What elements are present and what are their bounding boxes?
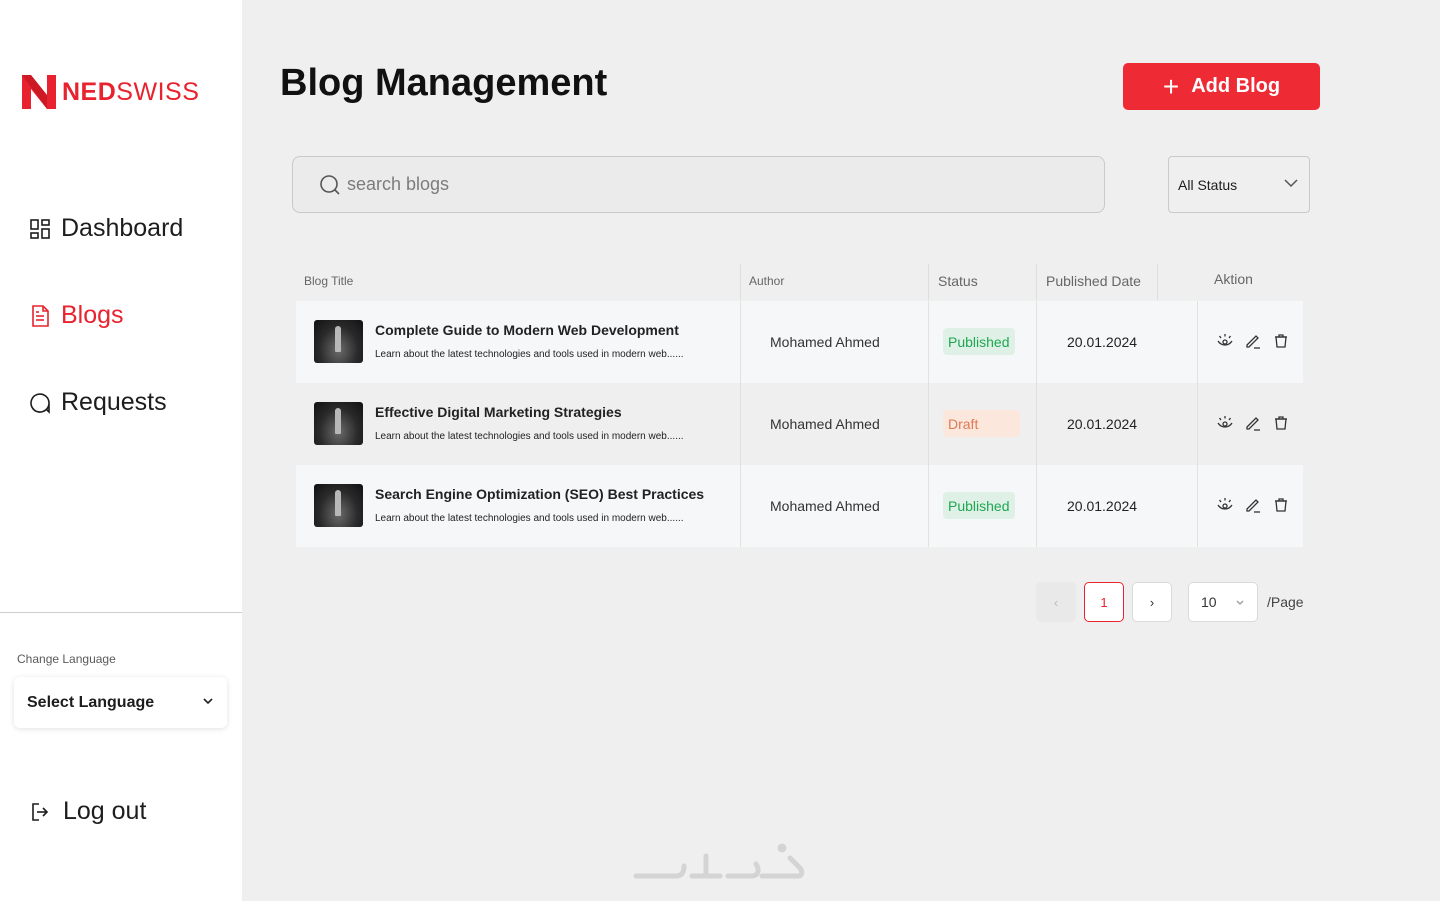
blog-author: Mohamed Ahmed — [770, 498, 880, 514]
sidebar-item-label: Blogs — [61, 301, 124, 329]
row-actions — [1216, 332, 1290, 350]
watermark-logo-icon — [632, 842, 806, 887]
table-row: Effective Digital Marketing Strategies L… — [296, 383, 1303, 465]
page-size-select[interactable]: 10 — [1188, 582, 1258, 622]
view-eye-icon[interactable] — [1216, 496, 1234, 514]
cell-divider — [1197, 383, 1198, 465]
cell-divider — [1036, 301, 1037, 383]
status-filter-select[interactable]: All Status — [1168, 156, 1310, 213]
chevron-down-icon — [1283, 175, 1299, 194]
status-badge: Draft — [943, 410, 1020, 437]
sidebar-item-label: Dashboard — [61, 214, 184, 242]
cell-divider — [1036, 383, 1037, 465]
add-blog-label: Add Blog — [1191, 75, 1281, 97]
per-page-label: /Page — [1267, 594, 1304, 610]
grid-icon — [28, 217, 52, 241]
blog-thumbnail — [314, 320, 363, 363]
pagination-page-1[interactable]: 1 — [1084, 582, 1124, 622]
status-filter-value: All Status — [1178, 176, 1238, 193]
blog-title[interactable]: Search Engine Optimization (SEO) Best Pr… — [375, 486, 704, 502]
cell-divider — [1036, 465, 1037, 547]
chevron-down-icon — [202, 694, 214, 712]
add-blog-button[interactable]: + Add Blog — [1123, 63, 1320, 110]
cell-divider — [1197, 301, 1198, 383]
plus-icon: + — [1162, 70, 1180, 102]
search-icon — [319, 174, 341, 196]
page-size-value: 10 — [1201, 594, 1217, 610]
row-actions — [1216, 496, 1290, 514]
brand-logo[interactable]: NEDSWISS — [22, 75, 199, 109]
column-header-blog-title: Blog Title — [304, 274, 354, 288]
sidebar-divider — [0, 612, 242, 613]
blog-description: Learn about the latest technologies and … — [375, 513, 684, 524]
nedswiss-logo-icon — [22, 75, 56, 109]
row-actions — [1216, 414, 1290, 432]
logout-button[interactable]: Log out — [29, 797, 146, 826]
blog-thumbnail — [314, 484, 363, 527]
column-divider — [740, 264, 741, 300]
blog-author: Mohamed Ahmed — [770, 334, 880, 350]
published-date: 20.01.2024 — [1067, 416, 1138, 432]
delete-trash-icon[interactable] — [1272, 414, 1290, 432]
status-badge: Published — [943, 492, 1015, 519]
cell-divider — [1197, 465, 1198, 547]
delete-trash-icon[interactable] — [1272, 332, 1290, 350]
language-select-value: Select Language — [27, 693, 155, 711]
cell-divider — [928, 465, 929, 547]
chat-bubble-icon — [28, 391, 52, 415]
column-header-published-date: Published Date — [1046, 273, 1141, 289]
status-badge: Published — [943, 328, 1015, 355]
view-eye-icon[interactable] — [1216, 414, 1234, 432]
blog-description: Learn about the latest technologies and … — [375, 349, 684, 360]
blog-author: Mohamed Ahmed — [770, 416, 880, 432]
language-label: Change Language — [17, 652, 116, 666]
sidebar-item-requests[interactable]: Requests — [28, 388, 167, 417]
sidebar: NEDSWISS Dashboard Blogs Requests Change… — [0, 0, 242, 901]
logout-label: Log out — [63, 797, 147, 825]
cell-divider — [928, 301, 929, 383]
blog-title[interactable]: Effective Digital Marketing Strategies — [375, 404, 622, 420]
edit-pencil-icon[interactable] — [1244, 414, 1262, 432]
view-eye-icon[interactable] — [1216, 332, 1234, 350]
column-divider — [1157, 264, 1158, 300]
edit-pencil-icon[interactable] — [1244, 496, 1262, 514]
cell-divider — [928, 383, 929, 465]
column-header-actions: Aktion — [1214, 271, 1253, 287]
pagination-prev-button[interactable]: ‹ — [1036, 582, 1076, 622]
brand-name: NEDSWISS — [62, 77, 200, 106]
delete-trash-icon[interactable] — [1272, 496, 1290, 514]
table-row: Complete Guide to Modern Web Development… — [296, 301, 1303, 383]
chevron-down-icon — [1235, 594, 1245, 610]
search-box — [292, 156, 1105, 213]
document-icon — [28, 304, 52, 328]
search-input[interactable] — [347, 174, 1047, 195]
blog-title[interactable]: Complete Guide to Modern Web Development — [375, 322, 679, 338]
sidebar-item-label: Requests — [61, 388, 167, 416]
cell-divider — [740, 465, 741, 547]
published-date: 20.01.2024 — [1067, 498, 1138, 514]
edit-pencil-icon[interactable] — [1244, 332, 1262, 350]
blog-thumbnail — [314, 402, 363, 445]
blog-description: Learn about the latest technologies and … — [375, 431, 684, 442]
cell-divider — [740, 383, 741, 465]
sidebar-item-dashboard[interactable]: Dashboard — [28, 214, 183, 243]
logout-icon — [29, 800, 53, 824]
language-select[interactable]: Select Language — [14, 677, 227, 728]
page-title: Blog Management — [280, 62, 608, 104]
column-divider — [928, 264, 929, 300]
sidebar-item-blogs[interactable]: Blogs — [28, 301, 124, 330]
published-date: 20.01.2024 — [1067, 334, 1138, 350]
column-header-status: Status — [938, 273, 978, 289]
pagination-next-button[interactable]: › — [1132, 582, 1172, 622]
column-header-author: Author — [749, 274, 785, 288]
table-row: Search Engine Optimization (SEO) Best Pr… — [296, 465, 1303, 547]
cell-divider — [740, 301, 741, 383]
column-divider — [1036, 264, 1037, 300]
